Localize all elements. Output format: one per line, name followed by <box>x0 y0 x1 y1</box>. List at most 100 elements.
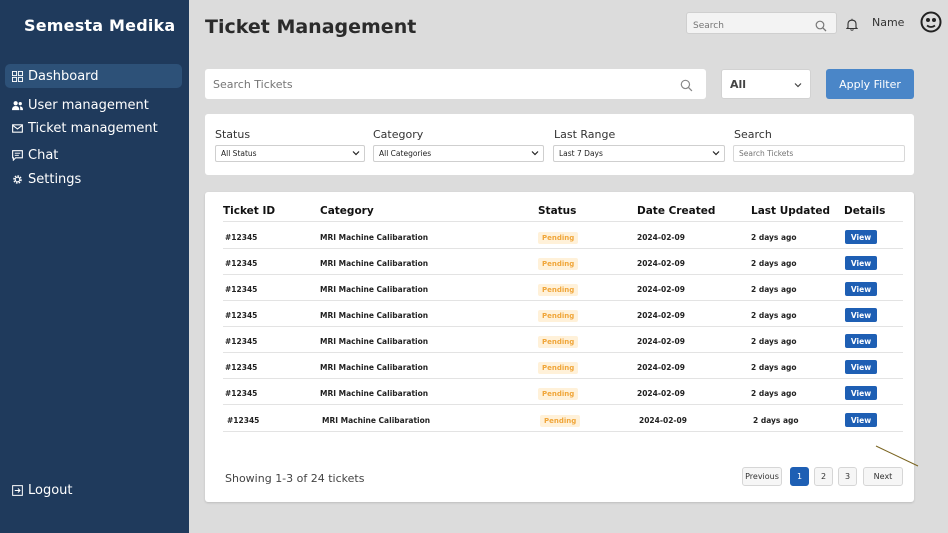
status-badge: Pending <box>538 388 579 400</box>
cell-last-updated: 2 days ago <box>751 285 797 294</box>
sidebar-item-label: Settings <box>28 171 82 187</box>
row-divider <box>223 352 903 353</box>
dashboard-icon <box>11 70 23 82</box>
cell-ticket-id: #12345 <box>225 311 258 320</box>
col-header-status: Status <box>538 205 577 217</box>
logout-button[interactable]: Logout <box>5 478 182 502</box>
status-badge: Pending <box>540 415 581 427</box>
range-filter-select[interactable]: Last 7 Days <box>553 145 725 162</box>
cell-last-updated: 2 days ago <box>751 363 797 372</box>
sidebar-item-label: Ticket management <box>28 120 158 136</box>
cell-date-created: 2024-02-09 <box>637 389 685 398</box>
row-divider <box>223 404 903 405</box>
search-filter-label: Search <box>734 128 772 141</box>
page-button-3[interactable]: 3 <box>838 467 857 486</box>
cell-category: MRI Machine Calibaration <box>320 285 429 294</box>
ticket-search <box>205 69 706 99</box>
range-filter-value: Last 7 Days <box>559 149 603 158</box>
cell-date-created: 2024-02-09 <box>637 311 685 320</box>
next-page-button[interactable]: Next <box>863 467 903 486</box>
cell-category: MRI Machine Calibaration <box>320 311 429 320</box>
ticket-search-input[interactable] <box>205 69 665 99</box>
col-header-details: Details <box>844 205 886 217</box>
cell-ticket-id: #12345 <box>225 285 258 294</box>
filter-panel: Status All Status Category All Categorie… <box>205 114 914 175</box>
sidebar-item-label: Dashboard <box>28 68 99 84</box>
gear-icon <box>11 173 23 185</box>
cell-category: MRI Machine Calibaration <box>320 259 429 268</box>
header-search <box>686 12 837 37</box>
status-badge: Pending <box>538 232 579 244</box>
view-button[interactable]: View <box>845 413 877 427</box>
cell-ticket-id: #12345 <box>225 233 258 242</box>
status-badge: Pending <box>538 336 579 348</box>
header-search-input[interactable] <box>687 15 813 37</box>
sidebar-item-label: Chat <box>28 147 59 163</box>
page-button-1[interactable]: 1 <box>790 467 809 486</box>
cell-ticket-id: #12345 <box>227 416 260 425</box>
category-filter-select[interactable]: All Categories <box>373 145 544 162</box>
sidebar-item-label: User management <box>28 97 149 113</box>
previous-page-button[interactable]: Previous <box>742 467 782 486</box>
search-filter-input[interactable] <box>733 145 905 162</box>
category-filter-value: All Categories <box>379 149 432 158</box>
header-divider <box>223 221 903 222</box>
chat-icon <box>11 149 23 161</box>
cell-date-created: 2024-02-09 <box>637 337 685 346</box>
ticket-table: Ticket ID Category Status Date Created L… <box>205 192 914 502</box>
view-button[interactable]: View <box>845 334 877 348</box>
cell-category: MRI Machine Calibaration <box>320 363 429 372</box>
view-button[interactable]: View <box>845 360 877 374</box>
view-button[interactable]: View <box>845 230 877 244</box>
status-filter-value: All Status <box>221 149 257 158</box>
search-icon[interactable] <box>680 77 693 96</box>
cell-category: MRI Machine Calibaration <box>320 337 429 346</box>
search-icon[interactable] <box>815 17 827 36</box>
cell-ticket-id: #12345 <box>225 389 258 398</box>
page-button-2[interactable]: 2 <box>814 467 833 486</box>
cell-category: MRI Machine Calibaration <box>322 416 431 425</box>
avatar[interactable] <box>920 11 942 37</box>
col-header-date-created: Date Created <box>637 205 716 217</box>
sidebar-item-chat[interactable]: Chat <box>5 143 182 167</box>
sidebar-item-dashboard[interactable]: Dashboard <box>5 64 182 88</box>
sidebar-item-user-management[interactable]: User management <box>5 93 182 117</box>
row-divider <box>223 431 903 432</box>
user-name[interactable]: Name <box>872 16 904 29</box>
cell-last-updated: 2 days ago <box>751 311 797 320</box>
pagination-summary: Showing 1-3 of 24 tickets <box>225 472 365 485</box>
chevron-down-icon <box>794 78 802 91</box>
status-filter-label: Status <box>215 128 251 141</box>
chevron-down-icon <box>712 149 720 158</box>
brand-name: Semesta Medika <box>24 16 176 35</box>
chevron-down-icon <box>531 149 539 158</box>
status-filter-select[interactable]: All Status <box>215 145 365 162</box>
view-button[interactable]: View <box>845 282 877 296</box>
cell-ticket-id: #12345 <box>225 259 258 268</box>
sidebar-item-ticket-management[interactable]: Ticket management <box>5 116 182 140</box>
cell-last-updated: 2 days ago <box>751 389 797 398</box>
cell-category: MRI Machine Calibaration <box>320 233 429 242</box>
logout-icon <box>11 484 23 496</box>
col-header-last-updated: Last Updated <box>751 205 831 217</box>
cell-date-created: 2024-02-09 <box>639 416 687 425</box>
cell-date-created: 2024-02-09 <box>637 285 685 294</box>
cell-last-updated: 2 days ago <box>753 416 799 425</box>
row-divider <box>223 326 903 327</box>
category-filter-label: Category <box>373 128 424 141</box>
cell-ticket-id: #12345 <box>225 363 258 372</box>
view-button[interactable]: View <box>845 256 877 270</box>
cell-date-created: 2024-02-09 <box>637 233 685 242</box>
cell-date-created: 2024-02-09 <box>637 363 685 372</box>
users-icon <box>11 99 23 111</box>
view-button[interactable]: View <box>845 386 877 400</box>
col-header-ticket-id: Ticket ID <box>223 205 276 217</box>
row-divider <box>223 300 903 301</box>
range-filter-label: Last Range <box>554 128 616 141</box>
sidebar-item-settings[interactable]: Settings <box>5 167 182 191</box>
bell-icon[interactable] <box>845 16 859 35</box>
apply-filter-button[interactable]: Apply Filter <box>826 69 914 99</box>
scope-select[interactable]: All <box>721 69 811 99</box>
cell-ticket-id: #12345 <box>225 337 258 346</box>
view-button[interactable]: View <box>845 308 877 322</box>
